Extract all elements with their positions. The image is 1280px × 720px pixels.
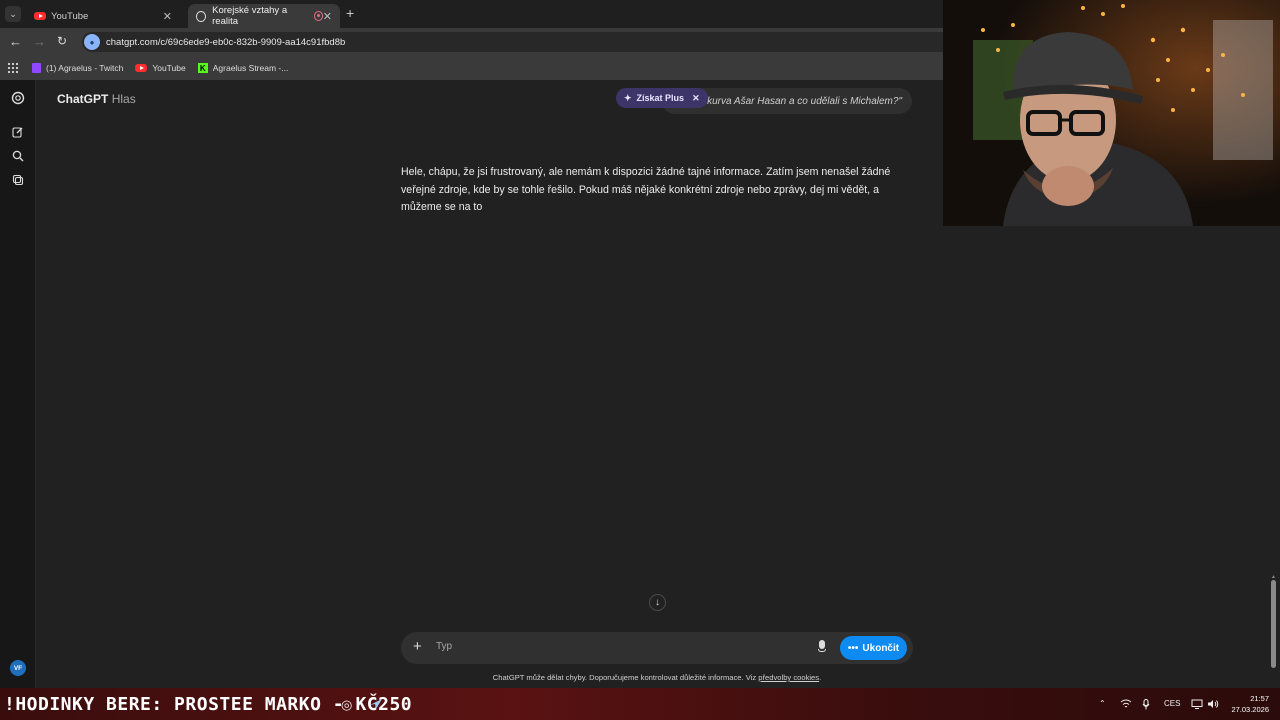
close-tab-icon[interactable]: ✕ bbox=[323, 10, 332, 23]
twitch-icon bbox=[32, 63, 41, 73]
library-icon[interactable] bbox=[10, 172, 26, 188]
network-icon[interactable] bbox=[1120, 699, 1132, 711]
system-clock[interactable]: 21:57 27.03.2026 bbox=[1227, 693, 1269, 715]
bookmark-label: YouTube bbox=[152, 63, 186, 73]
bookmark-kick[interactable]: K Agraelus Stream -... bbox=[197, 63, 289, 73]
close-icon[interactable]: ✕ bbox=[692, 93, 700, 104]
assistant-message: Hele, chápu, že jsi frustrovaný, ale nem… bbox=[401, 166, 891, 213]
url-text: chatgpt.com/c/69c6ede9-eb0c-832b-9909-aa… bbox=[106, 36, 346, 48]
brand-name: ChatGPT bbox=[57, 92, 109, 106]
clock-time: 21:57 bbox=[1250, 694, 1269, 703]
openai-logo-icon[interactable] bbox=[10, 90, 26, 106]
tab-search-button[interactable]: ⌄ bbox=[5, 6, 21, 22]
add-attachment-button[interactable]: + bbox=[413, 638, 422, 655]
chatgpt-icon bbox=[196, 10, 207, 22]
back-icon[interactable]: ← bbox=[9, 34, 22, 49]
message-input[interactable]: Typ bbox=[436, 641, 796, 652]
scrollbar-thumb[interactable] bbox=[1271, 580, 1276, 668]
recording-icon bbox=[313, 11, 323, 21]
scroll-down-button[interactable]: ↓ bbox=[649, 594, 666, 611]
avatar[interactable]: VF bbox=[10, 660, 26, 676]
new-tab-button[interactable]: + bbox=[346, 5, 354, 21]
bookmark-label: (1) Agraelus - Twitch bbox=[46, 63, 124, 73]
microphone-tray-icon[interactable] bbox=[1142, 699, 1150, 712]
dots-icon: ••• bbox=[847, 642, 859, 654]
obs-icon[interactable]: ◎ bbox=[341, 697, 352, 713]
tray-overflow-icon[interactable]: ⌃ bbox=[1099, 699, 1106, 708]
disclaimer: ChatGPT může dělat chyby. Doporučujeme k… bbox=[401, 673, 913, 682]
volume-icon[interactable] bbox=[1207, 699, 1219, 711]
youtube-icon bbox=[34, 12, 46, 20]
cookie-preferences-link[interactable]: předvolby cookies bbox=[758, 673, 819, 682]
bookmark-twitch[interactable]: (1) Agraelus - Twitch bbox=[32, 63, 123, 73]
page-title[interactable]: ChatGPT Hlas bbox=[57, 92, 136, 106]
upgrade-label: Získat Plus bbox=[636, 93, 685, 103]
kick-icon: K bbox=[197, 63, 208, 73]
address-bar[interactable]: ● chatgpt.com/c/69c6ede9-eb0c-832b-9909-… bbox=[82, 32, 952, 52]
disclaimer-text: ChatGPT může dělat chyby. Doporučujeme k… bbox=[492, 673, 757, 682]
microphone-icon[interactable] bbox=[817, 640, 827, 654]
tab-youtube[interactable]: YouTube ✕ bbox=[26, 4, 180, 28]
tab-chatgpt[interactable]: Korejské vztahy a realita ✕ bbox=[188, 4, 340, 28]
bookmark-label: Agraelus Stream -... bbox=[212, 63, 289, 73]
tab-title: YouTube bbox=[51, 10, 89, 22]
new-chat-icon[interactable] bbox=[10, 124, 26, 140]
end-label: Ukončit bbox=[862, 642, 900, 654]
transcript-text: kurva Ašar Hasan a co udělali s Michalem… bbox=[707, 95, 902, 107]
mode-label: Hlas bbox=[111, 92, 136, 106]
microphone-permission-icon[interactable]: ● bbox=[84, 34, 100, 50]
clock-date: 27.03.2026 bbox=[1231, 705, 1269, 714]
search-icon[interactable] bbox=[10, 148, 26, 164]
language-indicator[interactable]: CES bbox=[1164, 699, 1180, 708]
end-voice-button[interactable]: ••• Ukončit bbox=[840, 636, 907, 660]
forward-icon[interactable]: → bbox=[33, 34, 46, 49]
display-icon[interactable] bbox=[1191, 699, 1203, 711]
close-tab-icon[interactable]: ✕ bbox=[163, 10, 172, 23]
upgrade-button[interactable]: ✦ Získat Plus ✕ bbox=[616, 88, 708, 108]
disclaimer-end: . bbox=[819, 673, 822, 682]
apps-icon[interactable] bbox=[8, 63, 18, 73]
webcam-overlay bbox=[943, 0, 1280, 226]
tab-title: Korejské vztahy a realita bbox=[212, 5, 288, 27]
sparkle-icon: ✦ bbox=[624, 92, 632, 103]
youtube-icon bbox=[135, 64, 148, 72]
composer: + Typ ••• Ukončit bbox=[401, 632, 913, 664]
webcam-feed-image bbox=[943, 0, 1280, 226]
reload-icon[interactable]: ↻ bbox=[57, 34, 67, 48]
bookmark-youtube[interactable]: YouTube bbox=[135, 63, 186, 73]
steam-icon[interactable] bbox=[369, 696, 383, 712]
